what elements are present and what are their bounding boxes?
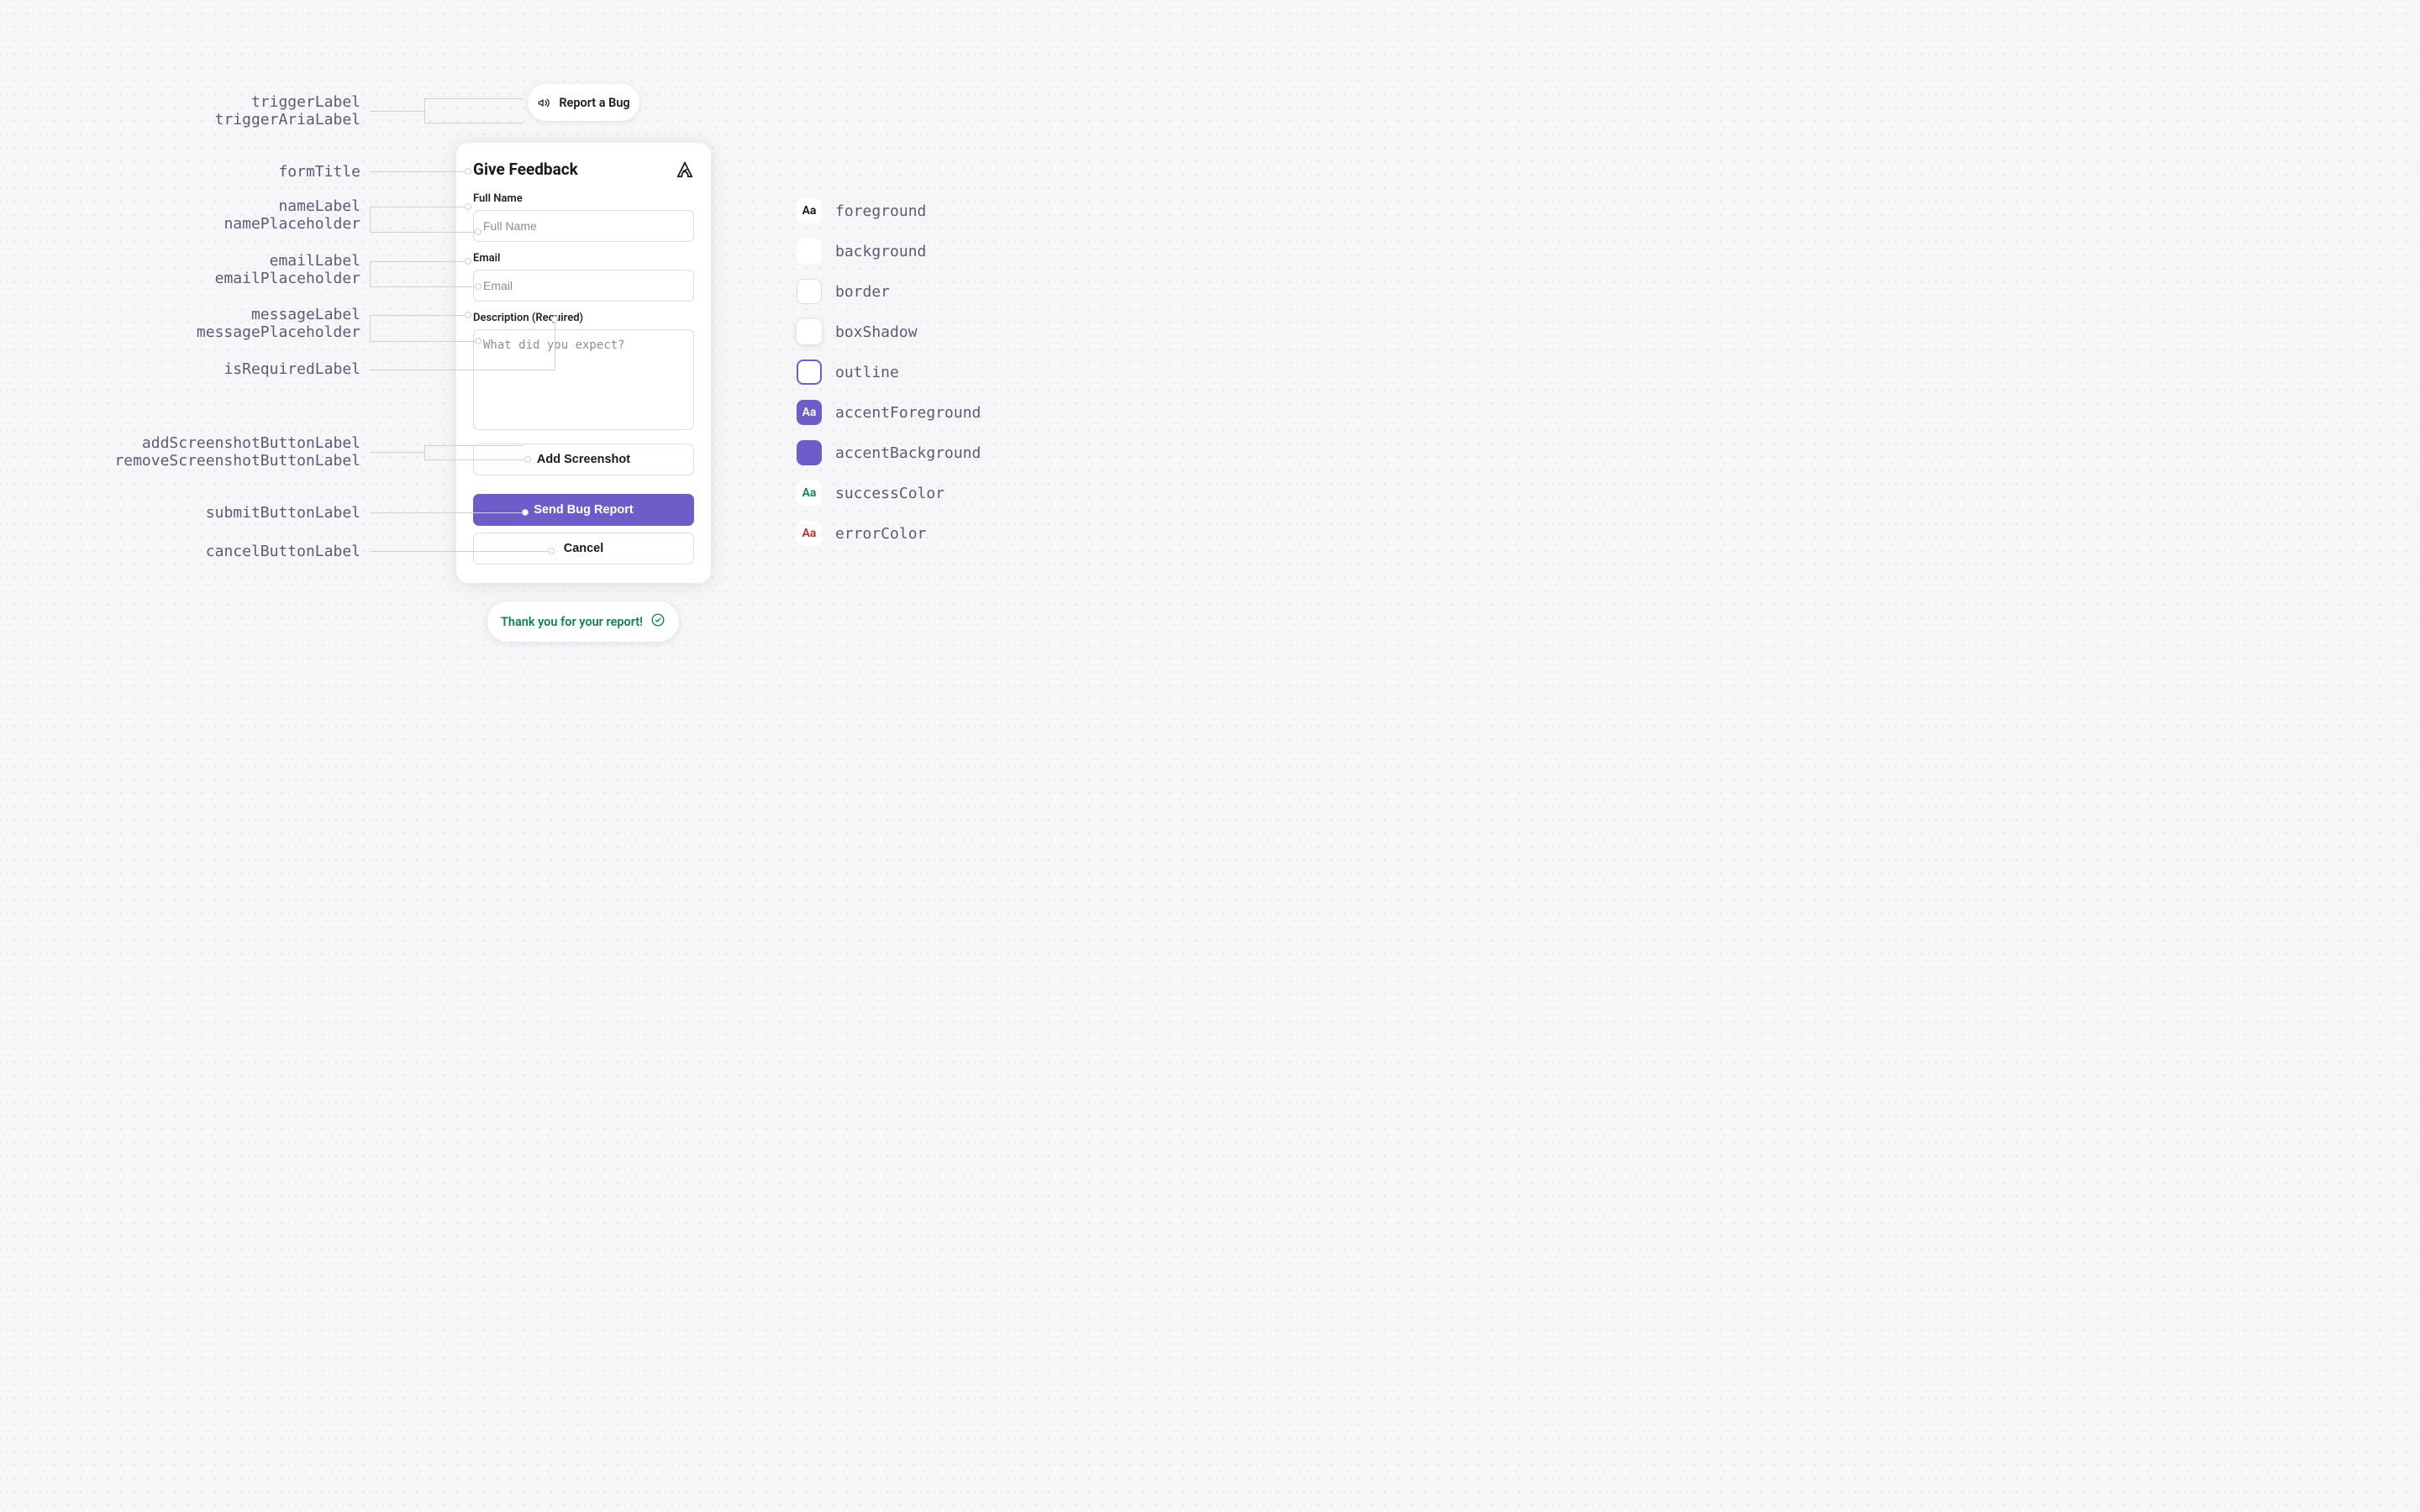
connector [370, 512, 525, 513]
anno-nameLabel: nameLabel [0, 198, 360, 216]
connector [424, 98, 425, 123]
anno-isRequiredLabel: isRequiredLabel [0, 361, 360, 379]
anno-namePlaceholder: namePlaceholder [0, 216, 360, 234]
success-message-pill: Thank you for your report! [487, 601, 679, 642]
anno-submitButtonLabel: submitButtonLabel [0, 505, 360, 522]
anno-addScreenshotButtonLabel: addScreenshotButtonLabel [0, 435, 360, 453]
connector [370, 551, 551, 552]
connector-dot [524, 456, 531, 463]
legend-row: Aa accentForeground [797, 400, 981, 425]
anno-formTitle: formTitle [0, 164, 360, 181]
connector [424, 98, 523, 99]
connector [370, 207, 371, 232]
legend-row: Aa foreground [797, 198, 981, 223]
swatch-accent-foreground: Aa [797, 400, 822, 425]
form-title: Give Feedback [473, 160, 578, 179]
swatch-foreground: Aa [797, 198, 822, 223]
cancel-button[interactable]: Cancel [473, 533, 694, 564]
legend-row: accentBackground [797, 440, 981, 465]
sentry-icon [676, 160, 694, 179]
connector [370, 315, 371, 341]
report-bug-trigger[interactable]: Report a Bug [528, 84, 639, 121]
anno-triggerAriaLabel: triggerAriaLabel [0, 112, 360, 129]
connector [370, 171, 468, 172]
connector [370, 261, 371, 286]
connector [370, 232, 478, 233]
connector-dot [475, 283, 481, 290]
legend-label: accentForeground [835, 404, 981, 422]
submit-label: Send Bug Report [534, 503, 633, 517]
trigger-label: Report a Bug [559, 96, 629, 110]
anno-emailPlaceholder: emailPlaceholder [0, 270, 360, 288]
connector-dot [475, 338, 481, 344]
swatch-error: Aa [797, 521, 822, 546]
legend-label: successColor [835, 485, 944, 502]
anno-messagePlaceholder: messagePlaceholder [0, 324, 360, 342]
email-input[interactable] [473, 270, 694, 302]
legend-label: border [835, 283, 890, 301]
swatch-outline [797, 360, 822, 385]
anno-emailLabel: emailLabel [0, 253, 360, 270]
connector [424, 459, 523, 460]
legend-row: outline [797, 360, 981, 385]
submit-button[interactable]: Send Bug Report [473, 494, 694, 526]
connector-dot [465, 203, 471, 210]
anno-triggerLabel: triggerLabel [0, 94, 360, 112]
swatch-boxshadow [797, 319, 822, 344]
connector-dot [465, 258, 471, 265]
connector [424, 445, 425, 459]
anno-cancelButtonLabel: cancelButtonLabel [0, 543, 360, 561]
legend-row: border [797, 279, 981, 304]
connector [370, 315, 468, 316]
legend-row: boxShadow [797, 319, 981, 344]
success-label: Thank you for your report! [501, 615, 643, 629]
connector-dot [465, 312, 471, 318]
add-screenshot-label: Add Screenshot [537, 453, 630, 466]
connector [370, 286, 478, 287]
legend-label: accentBackground [835, 444, 981, 462]
anno-removeScreenshotButtonLabel: removeScreenshotButtonLabel [0, 453, 360, 470]
name-input[interactable] [473, 210, 694, 242]
connector [370, 261, 468, 262]
legend-label: background [835, 243, 926, 260]
connector [370, 111, 424, 112]
connector [370, 341, 478, 342]
anno-messageLabel: messageLabel [0, 307, 360, 324]
name-label: Full Name [473, 192, 694, 205]
message-label: Description (Required) [473, 312, 694, 324]
cancel-label: Cancel [564, 542, 604, 555]
connector-dot [551, 316, 558, 323]
connector-dot [475, 228, 481, 235]
connector [370, 452, 424, 453]
swatch-background [797, 239, 822, 264]
legend-row: Aa errorColor [797, 521, 981, 546]
legend-label: errorColor [835, 525, 926, 543]
legend-label: foreground [835, 202, 926, 220]
connector-dot [465, 168, 471, 175]
legend-label: boxShadow [835, 323, 918, 341]
color-legend: Aa foreground background border boxShado… [797, 198, 981, 546]
swatch-border [797, 279, 822, 304]
legend-label: outline [835, 364, 899, 381]
legend-row: Aa successColor [797, 480, 981, 506]
swatch-success: Aa [797, 480, 822, 506]
legend-row: background [797, 239, 981, 264]
connector [424, 445, 523, 446]
email-label: Email [473, 252, 694, 265]
check-circle-icon [650, 612, 666, 631]
connector-dot [522, 509, 529, 516]
swatch-accent-background [797, 440, 822, 465]
connector-dot [548, 548, 555, 554]
megaphone-icon [537, 96, 551, 110]
feedback-form-card: Give Feedback Full Name Email Descriptio… [456, 143, 711, 583]
message-textarea[interactable] [473, 329, 694, 430]
